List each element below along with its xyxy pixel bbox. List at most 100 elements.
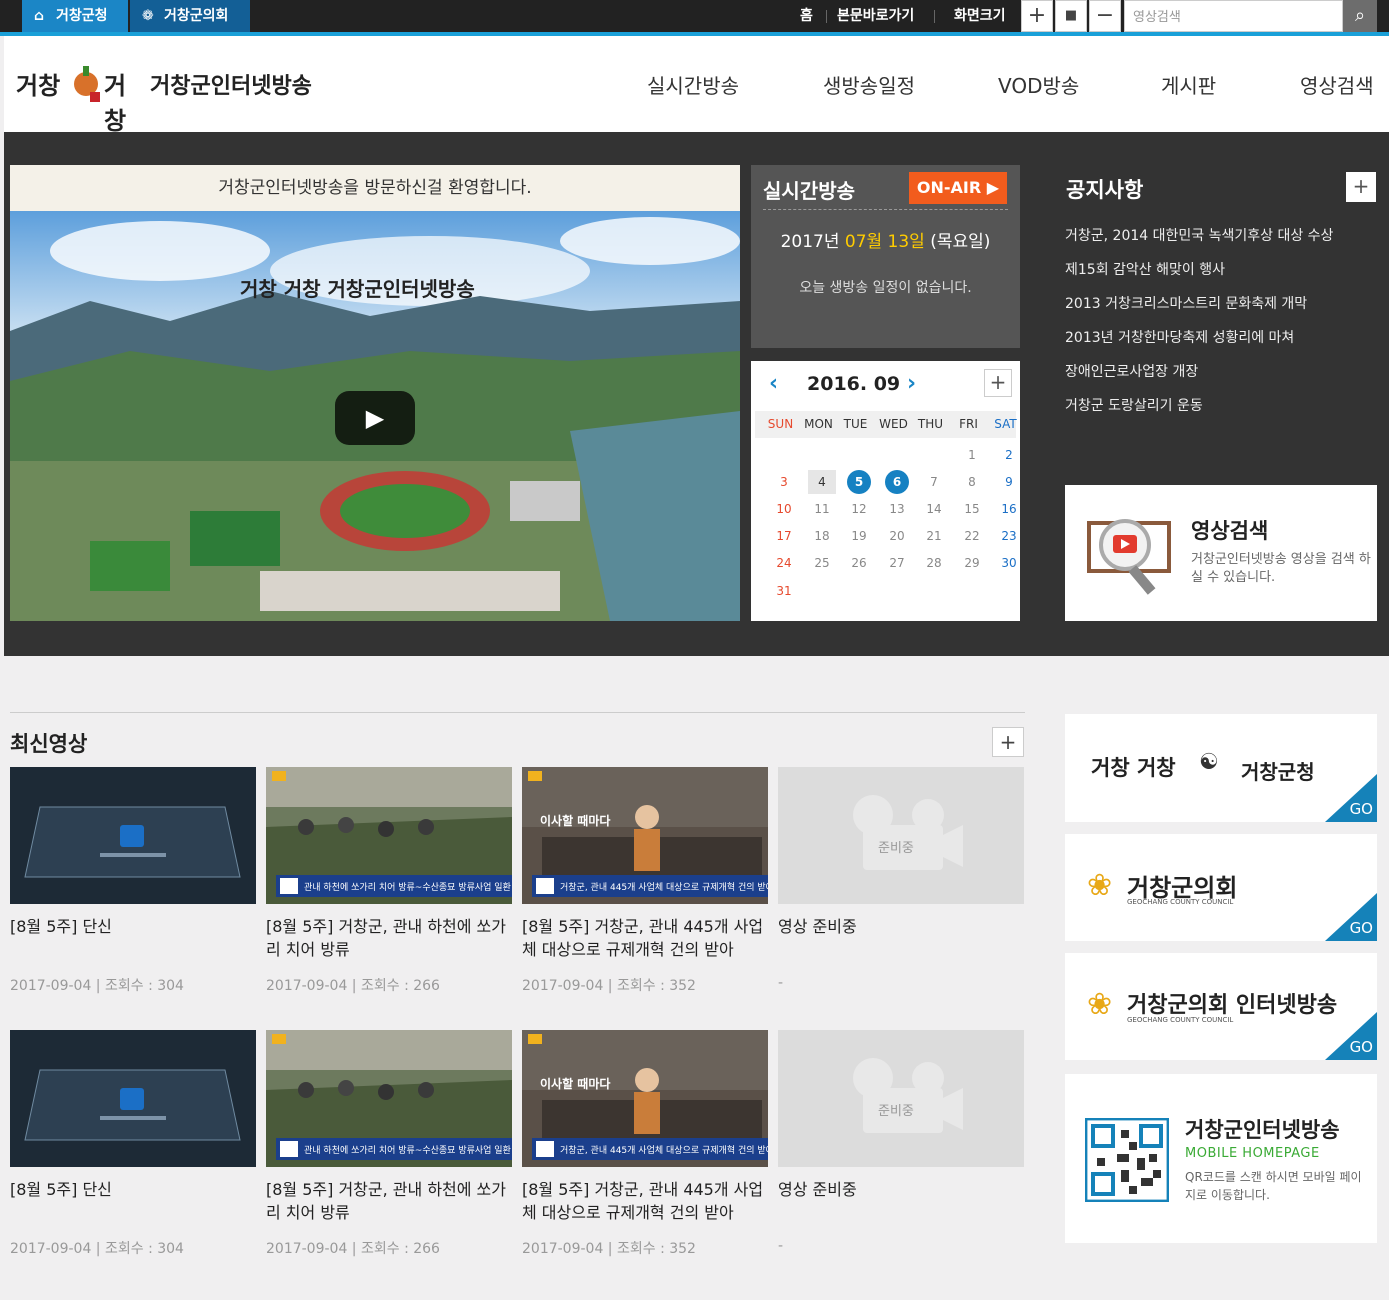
welcome-message: 거창군인터넷방송을 방문하신걸 환영합니다. xyxy=(10,165,740,211)
notice-item[interactable]: 제15회 감악산 해맞이 행사 xyxy=(1065,259,1225,279)
nav-vod[interactable]: VOD방송 xyxy=(998,70,1079,99)
notice-item[interactable]: 거창군 도랑살리기 운동 xyxy=(1065,395,1203,415)
mobile-qr-banner[interactable]: 거창군인터넷방송 MOBILE HOMEPAGE QR코드를 스캔 하시면 모바… xyxy=(1065,1074,1377,1243)
calendar-more-button[interactable]: + xyxy=(984,369,1012,397)
calendar-day[interactable]: 21 xyxy=(920,524,948,548)
zoom-label: 화면크기 xyxy=(954,8,1006,24)
video-title[interactable]: [8월 5주] 거창군, 관내 하천에 쏘가리 치어 방류 xyxy=(266,1178,516,1224)
search-button[interactable]: ⌕ xyxy=(1343,0,1377,32)
tab-county-council[interactable]: ❁ 거창군의회 xyxy=(130,0,250,32)
weekday-wed: WED xyxy=(879,417,908,431)
notice-more-button[interactable]: + xyxy=(1346,172,1376,202)
council-emblem-icon: ❀ xyxy=(1087,987,1113,1022)
calendar-day[interactable]: 23 xyxy=(995,524,1023,548)
tab-county-council-label: 거창군의회 xyxy=(164,8,229,24)
calendar-day[interactable]: 2 xyxy=(995,443,1023,467)
video-title[interactable]: [8월 5주] 거창군, 관내 445개 사업체 대상으로 규제개혁 건의 받아 xyxy=(522,915,772,961)
county-office-banner[interactable]: 거창 거창 ☯ 거창군청 GO xyxy=(1065,714,1377,822)
calendar-day[interactable]: 6 xyxy=(885,470,909,494)
video-title[interactable]: 영상 준비중 xyxy=(778,915,1028,938)
calendar-day[interactable]: 16 xyxy=(995,497,1023,521)
tab-county-office[interactable]: ⌂ 거창군청 xyxy=(22,0,128,32)
video-thumbnail xyxy=(10,767,256,904)
nav-board[interactable]: 게시판 xyxy=(1161,70,1216,99)
notice-title: 공지사항 xyxy=(1066,178,1144,202)
weekday-mon: MON xyxy=(804,417,833,431)
calendar-prev-button[interactable]: ‹ xyxy=(769,371,778,396)
latest-more-button[interactable]: + xyxy=(992,727,1024,757)
calendar-day[interactable]: 12 xyxy=(845,497,873,521)
notice-item[interactable]: 2013년 거창한마당축제 성황리에 마쳐 xyxy=(1065,327,1294,347)
video-title[interactable]: 영상 준비중 xyxy=(778,1178,1028,1201)
calendar-day[interactable]: 19 xyxy=(845,524,873,548)
zoom-out-button[interactable]: − xyxy=(1089,0,1121,32)
search-input[interactable] xyxy=(1124,0,1343,32)
play-button[interactable]: ▶ xyxy=(335,391,415,445)
video-title[interactable]: [8월 5주] 단신 xyxy=(10,915,260,938)
go-label: GO xyxy=(1349,1038,1373,1056)
county-council-banner[interactable]: ❀ 거창군의회 GEOCHANG COUNTY COUNCIL GO xyxy=(1065,834,1377,941)
date-highlight: 07월 13일 xyxy=(844,232,925,252)
calendar-day[interactable]: 13 xyxy=(883,497,911,521)
separator xyxy=(826,10,827,23)
calendar-day[interactable]: 28 xyxy=(920,551,948,575)
calendar-day[interactable]: 1 xyxy=(958,443,986,467)
notice-item[interactable]: 장애인근로사업장 개장 xyxy=(1065,361,1198,381)
weekday-sat: SAT xyxy=(994,417,1017,431)
calendar-day[interactable]: 11 xyxy=(808,497,836,521)
skip-to-content-link[interactable]: 본문바로가기 xyxy=(837,0,914,32)
hero-video-player[interactable]: 거창군인터넷방송을 방문하신걸 환영합니다. 거창 거창 거창군인터넷방송 ▶ xyxy=(10,165,740,621)
calendar-day[interactable]: 14 xyxy=(920,497,948,521)
calendar-day[interactable]: 24 xyxy=(770,551,798,575)
calendar-day[interactable]: 27 xyxy=(883,551,911,575)
qr-code-icon xyxy=(1085,1118,1169,1202)
separator xyxy=(934,10,935,23)
thumbnail-caption: 거창군, 관내 445개 사업체 대상으로 규제개혁 건의 받아 xyxy=(560,882,768,893)
video-thumbnail-placeholder: 준비중 xyxy=(778,1030,1024,1167)
calendar-next-button[interactable]: › xyxy=(907,371,916,396)
calendar-day[interactable]: 18 xyxy=(808,524,836,548)
video-search-banner[interactable]: 영상검색 거창군인터넷방송 영상을 검색 하실 수 있습니다. xyxy=(1065,485,1377,621)
calendar-day[interactable]: 10 xyxy=(770,497,798,521)
live-schedule-message: 오늘 생방송 일정이 없습니다. xyxy=(799,280,972,296)
calendar-day[interactable]: 17 xyxy=(770,524,798,548)
zoom-in-button[interactable]: + xyxy=(1021,0,1053,32)
calendar-day[interactable]: 5 xyxy=(847,470,871,494)
video-meta: 2017-09-04 | 조회수 : 352 xyxy=(522,1241,696,1257)
calendar-day[interactable]: 9 xyxy=(995,470,1023,494)
county-office-name: 거창군청 xyxy=(1241,760,1315,784)
council-tv-banner[interactable]: ❀ 거창군의회 인터넷방송 GEOCHANG COUNTY COUNCIL GO xyxy=(1065,953,1377,1060)
video-thumbnail xyxy=(10,1030,256,1167)
nav-live[interactable]: 실시간방송 xyxy=(647,70,739,99)
calendar-day[interactable]: 7 xyxy=(920,470,948,494)
video-title[interactable]: [8월 5주] 거창군, 관내 하천에 쏘가리 치어 방류 xyxy=(266,915,516,961)
video-search-title: 영상검색 xyxy=(1191,519,1269,543)
calendar-day[interactable]: 8 xyxy=(958,470,986,494)
nav-video-search[interactable]: 영상검색 xyxy=(1300,70,1374,99)
home-link[interactable]: 홈 xyxy=(800,0,813,32)
calendar-day[interactable]: 31 xyxy=(770,579,798,603)
calendar-day[interactable]: 30 xyxy=(995,551,1023,575)
notice-item[interactable]: 거창군, 2014 대한민국 녹색기후상 대상 수상 xyxy=(1065,225,1333,245)
notice-item[interactable]: 2013 거창크리스마스트리 문화축제 개막 xyxy=(1065,293,1307,313)
calendar-day[interactable]: 3 xyxy=(770,470,798,494)
logo-text-right: 거창 xyxy=(104,71,127,135)
video-meta: 2017-09-04 | 조회수 : 304 xyxy=(10,978,184,994)
weekday-sun: SUN xyxy=(767,417,794,431)
calendar-day[interactable]: 26 xyxy=(845,551,873,575)
nav-schedule[interactable]: 생방송일정 xyxy=(823,70,915,99)
video-title[interactable]: [8월 5주] 거창군, 관내 445개 사업체 대상으로 규제개혁 건의 받아 xyxy=(522,1178,772,1224)
calendar-day[interactable]: 29 xyxy=(958,551,986,575)
play-icon: ▶ xyxy=(365,404,385,432)
calendar-day[interactable]: 20 xyxy=(883,524,911,548)
calendar-day[interactable]: 4 xyxy=(808,470,836,494)
calendar-day[interactable]: 25 xyxy=(808,551,836,575)
home-icon: ⌂ xyxy=(34,8,45,24)
calendar-day[interactable]: 22 xyxy=(958,524,986,548)
video-title[interactable]: [8월 5주] 단신 xyxy=(10,1178,260,1201)
onair-button[interactable]: ON-AIR ▶ xyxy=(909,172,1007,204)
video-meta: 2017-09-04 | 조회수 : 266 xyxy=(266,1241,440,1257)
calendar-day[interactable]: 15 xyxy=(958,497,986,521)
council-emblem-icon: ❀ xyxy=(1087,868,1113,903)
zoom-reset-button[interactable]: ■ xyxy=(1055,0,1087,32)
